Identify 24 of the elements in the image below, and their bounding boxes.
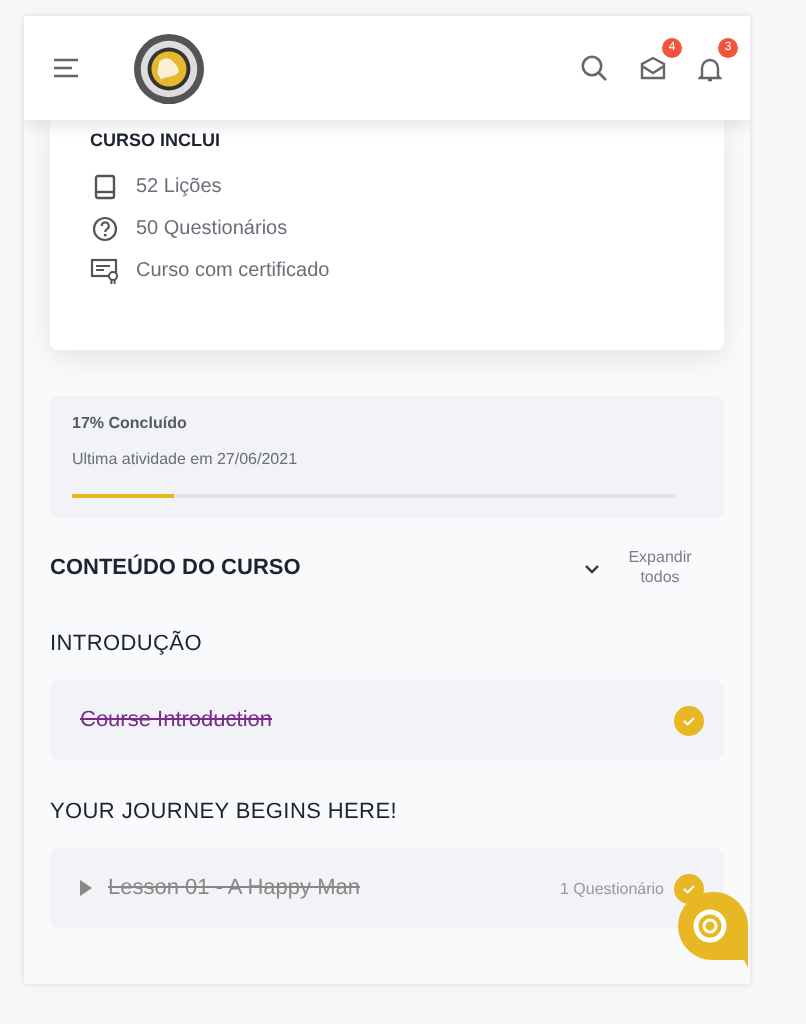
last-activity-text: Ultima atividade em 27/06/2021: [72, 450, 300, 468]
book-icon: [90, 174, 120, 200]
feature-label: 52 Lições: [136, 176, 222, 198]
menu-icon[interactable]: [52, 58, 80, 78]
checkmark-icon: [682, 883, 696, 893]
progress-label: 17% Concluído: [72, 414, 189, 432]
search-icon[interactable]: [580, 54, 608, 82]
section-title: INTRODUÇÃO: [50, 632, 204, 656]
lesson-link[interactable]: Lesson 01 - A Happy Man: [108, 876, 560, 900]
feature-label: 50 Questionários: [136, 218, 288, 240]
question-icon: [90, 216, 120, 242]
section-heading: CONTEÚDO DO CURSO: [50, 556, 303, 580]
checkmark-icon: [682, 715, 696, 725]
inbox-icon: [640, 56, 666, 80]
certificate-icon: [90, 258, 120, 284]
feature-label: Curso com certificado: [136, 260, 330, 282]
expand-all-button[interactable]: Expandir todos: [584, 547, 700, 589]
section-title: YOUR JOURNEY BEGINS HERE!: [50, 800, 399, 824]
card-heading: CURSO INCLUI: [90, 130, 222, 150]
bell-icon: [698, 55, 722, 81]
expand-arrow-icon[interactable]: [80, 880, 92, 896]
chevron-down-icon: [584, 563, 600, 573]
quiz-count: 1 Questionário: [559, 879, 664, 897]
logo[interactable]: [132, 31, 206, 105]
